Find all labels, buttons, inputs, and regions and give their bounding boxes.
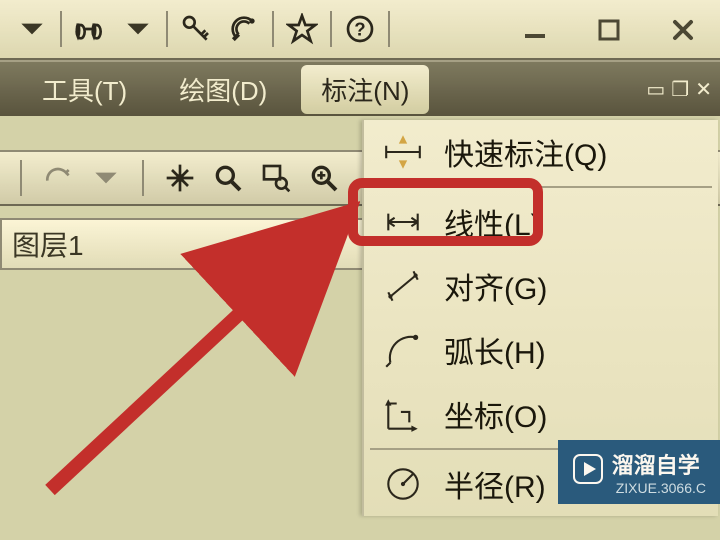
- toolbar-separator: [60, 11, 62, 47]
- radius-icon: [378, 464, 428, 504]
- toolbar-separator: [142, 160, 144, 196]
- layer-selector[interactable]: 图层1: [0, 218, 370, 270]
- watermark-url: ZIXUE.3066.C: [616, 480, 706, 496]
- toolbar-separator: [20, 160, 22, 196]
- layer-label: 图层1: [12, 224, 84, 264]
- redo-icon[interactable]: [38, 158, 78, 198]
- menu-item-ordinate[interactable]: 坐标(O): [364, 382, 718, 446]
- sub-minimize-icon[interactable]: ▭: [646, 77, 665, 102]
- toolbar-separator: [330, 11, 332, 47]
- dropdown-arrow-icon[interactable]: [118, 9, 158, 49]
- watermark: 溜溜自学 ZIXUE.3066.C: [558, 440, 720, 504]
- play-icon: [572, 453, 604, 491]
- menu-annotate[interactable]: 标注(N): [301, 65, 429, 114]
- toolbar-separator: [272, 11, 274, 47]
- star-icon[interactable]: [282, 9, 322, 49]
- watermark-brand: 溜溜自学: [612, 448, 706, 480]
- zoom-window-icon[interactable]: [256, 158, 296, 198]
- quick-dim-icon: [378, 132, 428, 172]
- menu-item-aligned[interactable]: 对齐(G): [364, 254, 718, 318]
- zoom-icon[interactable]: [208, 158, 248, 198]
- menu-draw[interactable]: 绘图(D): [161, 67, 285, 112]
- binoculars-icon[interactable]: [70, 9, 110, 49]
- sub-close-icon[interactable]: ✕: [695, 77, 712, 102]
- toolbar-separator: [166, 11, 168, 47]
- zoom-extents-icon[interactable]: [304, 158, 344, 198]
- aligned-dim-icon: [378, 266, 428, 306]
- pan-icon[interactable]: [160, 158, 200, 198]
- menu-item-label: 对齐(G): [444, 264, 547, 308]
- maximize-button[interactable]: [584, 15, 634, 45]
- menu-tools[interactable]: 工具(T): [24, 67, 145, 112]
- key-icon[interactable]: [176, 9, 216, 49]
- sub-restore-icon[interactable]: ❐: [671, 77, 689, 102]
- satellite-icon[interactable]: [224, 9, 264, 49]
- menu-item-label: 坐标(O): [444, 392, 547, 436]
- menu-item-linear[interactable]: 线性(L): [364, 190, 718, 254]
- menu-item-label: 弧长(H): [444, 328, 546, 372]
- menu-item-label: 半径(R): [444, 462, 546, 506]
- ordinate-icon: [378, 394, 428, 434]
- dropdown-arrow-icon[interactable]: [86, 158, 126, 198]
- help-icon[interactable]: ?: [340, 9, 380, 49]
- arc-length-icon: [378, 330, 428, 370]
- minimize-button[interactable]: [510, 15, 560, 45]
- menu-separator: [370, 186, 712, 188]
- menu-bar: 工具(T) 绘图(D) 标注(N) ▭ ❐ ✕: [0, 60, 720, 116]
- menu-item-arc-length[interactable]: 弧长(H): [364, 318, 718, 382]
- menu-item-label: 线性(L): [444, 200, 541, 244]
- linear-dim-icon: [378, 202, 428, 242]
- menu-item-label: 快速标注(Q): [444, 130, 607, 174]
- toolbar-separator: [388, 11, 390, 47]
- menu-item-quick-dim[interactable]: 快速标注(Q): [364, 120, 718, 184]
- svg-text:?: ?: [354, 19, 365, 40]
- dropdown-arrow-icon[interactable]: [12, 9, 52, 49]
- close-button[interactable]: [658, 15, 708, 45]
- window-controls: [510, 0, 708, 60]
